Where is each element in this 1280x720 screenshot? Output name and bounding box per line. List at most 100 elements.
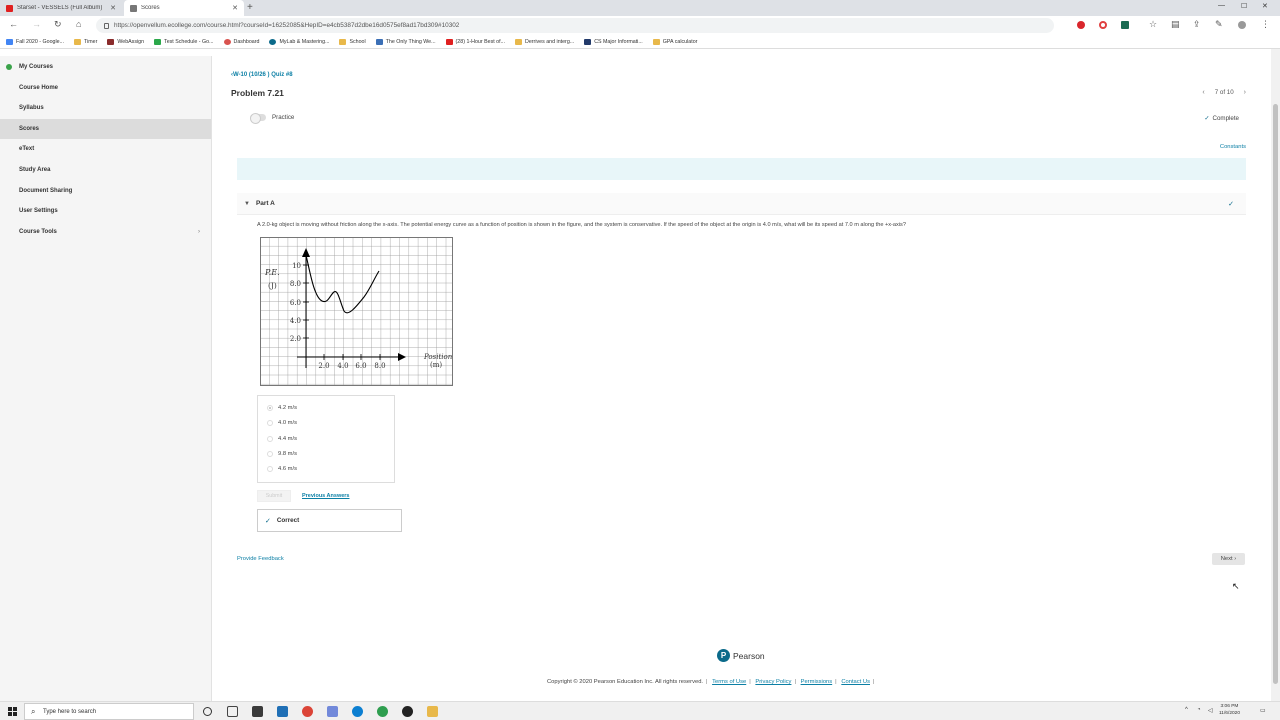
bookmark-item[interactable]: Derrives and interg... bbox=[515, 38, 574, 45]
previous-problem-icon[interactable]: ‹ bbox=[1202, 89, 1204, 96]
bookmark-item[interactable]: School bbox=[339, 38, 366, 45]
chrome-icon[interactable] bbox=[302, 706, 313, 717]
submit-button[interactable]: Submit bbox=[257, 490, 291, 502]
breadcrumb[interactable]: ‹W-10 (10/26 ) Quiz #8 bbox=[231, 72, 293, 78]
windows-taskbar: ⌕ Type here to search ^ ◔ ◁ 3:06 PM 11/6… bbox=[0, 701, 1280, 720]
choice-option[interactable]: 4.0 m/s bbox=[267, 420, 297, 426]
file-explorer-icon[interactable] bbox=[427, 706, 438, 717]
choice-option[interactable]: 4.2 m/s bbox=[267, 405, 297, 411]
cortana-icon[interactable] bbox=[203, 707, 212, 716]
sidebar-item-my-courses[interactable]: My Courses bbox=[0, 57, 211, 77]
bookmark-item[interactable]: Dashboard bbox=[223, 38, 259, 45]
close-tab-icon[interactable]: ✕ bbox=[110, 4, 116, 12]
url-text: https://openvellum.ecollege.com/course.h… bbox=[114, 22, 460, 29]
sidebar-item-scores[interactable]: Scores bbox=[0, 119, 211, 139]
result-banner: ✓ Correct bbox=[257, 509, 402, 532]
provide-feedback-link[interactable]: Provide Feedback bbox=[237, 556, 284, 562]
taskbar-search[interactable]: ⌕ Type here to search bbox=[24, 703, 194, 720]
radio-button[interactable] bbox=[267, 436, 273, 442]
network-icon[interactable]: ◔ bbox=[1197, 707, 1201, 713]
bookmark-item[interactable]: Test Schedule - Go... bbox=[154, 38, 214, 45]
pearson-icon bbox=[269, 38, 277, 45]
x-axis-unit: (m) bbox=[430, 361, 442, 369]
google-icon bbox=[6, 38, 13, 45]
bookmark-item[interactable]: Fall 2020 - Google... bbox=[6, 38, 64, 45]
store-icon[interactable] bbox=[252, 706, 263, 717]
search-icon: ⌕ bbox=[31, 707, 36, 716]
contact-link[interactable]: Contact Us bbox=[841, 679, 870, 685]
edge-icon[interactable] bbox=[352, 706, 363, 717]
url-field[interactable]: https://openvellum.ecollege.com/course.h… bbox=[96, 18, 1054, 33]
app-icon[interactable] bbox=[402, 706, 413, 717]
sidebar-item-syllabus[interactable]: Syllabus bbox=[0, 98, 211, 118]
previous-answers-link[interactable]: Previous Answers bbox=[302, 493, 349, 499]
sidebar-item-user-settings[interactable]: User Settings bbox=[0, 201, 211, 221]
close-tab-icon[interactable]: ✕ bbox=[232, 4, 238, 12]
browser-tab-scores[interactable]: Scores ✕ bbox=[124, 0, 244, 16]
volume-icon[interactable]: ◁ bbox=[1208, 707, 1213, 714]
permissions-link[interactable]: Permissions bbox=[801, 679, 833, 685]
mail-icon[interactable] bbox=[277, 706, 288, 717]
check-icon: ✓ bbox=[265, 517, 271, 525]
edit-icon[interactable]: ✎ bbox=[1215, 19, 1223, 30]
minimize-icon[interactable]: — bbox=[1218, 2, 1225, 9]
page-scrollbar[interactable] bbox=[1271, 49, 1280, 701]
radio-button[interactable] bbox=[267, 420, 273, 426]
next-button[interactable]: Next › bbox=[1212, 553, 1245, 565]
extension-icon[interactable] bbox=[1121, 21, 1129, 29]
new-tab-icon[interactable]: + bbox=[247, 2, 253, 13]
share-icon[interactable]: ⇪ bbox=[1193, 19, 1201, 30]
browser-tab-starset[interactable]: Starset - VESSELS (Full Album) ✕ bbox=[0, 0, 122, 16]
bookmark-item[interactable]: WebAssign bbox=[107, 38, 144, 45]
close-window-icon[interactable]: ✕ bbox=[1262, 2, 1268, 10]
y-tick-label: 10 bbox=[292, 262, 301, 270]
profile-avatar[interactable] bbox=[1238, 21, 1246, 29]
maximize-icon[interactable]: ☐ bbox=[1241, 2, 1247, 10]
discord-icon[interactable] bbox=[327, 706, 338, 717]
task-view-icon[interactable] bbox=[227, 706, 238, 717]
toggle-switch[interactable] bbox=[250, 113, 266, 124]
bookmark-item[interactable]: CS Major Informati... bbox=[584, 38, 643, 45]
part-header[interactable]: ▼ Part A ✓ bbox=[237, 193, 1246, 215]
next-problem-icon[interactable]: › bbox=[1244, 89, 1246, 96]
star-icon[interactable]: ☆ bbox=[1149, 19, 1157, 30]
sidebar-item-course-tools[interactable]: Course Tools › bbox=[0, 222, 211, 242]
choice-option[interactable]: 9.8 m/s bbox=[267, 451, 297, 457]
extensions-icon[interactable]: ▤ bbox=[1171, 19, 1180, 30]
bookmark-item[interactable]: (28) 1-Hour Best of... bbox=[445, 38, 505, 45]
mouse-cursor-icon: ↖ bbox=[1232, 581, 1240, 591]
reload-icon[interactable]: ↻ bbox=[54, 19, 62, 30]
bookmark-item[interactable]: MyLab & Mastering... bbox=[269, 38, 329, 45]
practice-toggle[interactable]: Practice bbox=[250, 113, 294, 124]
back-icon[interactable]: ← bbox=[9, 19, 18, 29]
extension-icon[interactable] bbox=[1077, 21, 1085, 29]
terms-link[interactable]: Terms of Use bbox=[712, 679, 746, 685]
sidebar-item-study-area[interactable]: Study Area bbox=[0, 160, 211, 180]
bookmark-item[interactable]: Timer bbox=[74, 38, 97, 45]
choice-option[interactable]: 4.6 m/s bbox=[267, 466, 297, 472]
notification-icon[interactable]: ▭ bbox=[1260, 707, 1266, 714]
constants-link[interactable]: Constants bbox=[1220, 144, 1246, 150]
radio-button[interactable] bbox=[267, 451, 273, 457]
privacy-link[interactable]: Privacy Policy bbox=[755, 679, 791, 685]
chrome-icon[interactable] bbox=[377, 706, 388, 717]
radio-button[interactable] bbox=[267, 466, 273, 472]
home-icon[interactable]: ⌂ bbox=[76, 19, 81, 29]
caret-down-icon[interactable]: ▼ bbox=[244, 201, 250, 207]
complete-status: ✓ Complete bbox=[1204, 115, 1239, 122]
windows-start-icon[interactable] bbox=[8, 707, 17, 716]
radio-button[interactable] bbox=[267, 405, 273, 411]
choice-option[interactable]: 4.4 m/s bbox=[267, 436, 297, 442]
extension-icon[interactable] bbox=[1099, 21, 1107, 29]
bookmark-item[interactable]: GPA calculator bbox=[652, 38, 697, 45]
sidebar-item-etext[interactable]: eText bbox=[0, 139, 211, 159]
bookmark-item[interactable]: The Only Thing We... bbox=[375, 38, 436, 45]
check-icon: ✓ bbox=[1228, 200, 1234, 208]
tray-chevron-icon[interactable]: ^ bbox=[1185, 707, 1188, 713]
scrollbar-thumb[interactable] bbox=[1273, 104, 1278, 684]
sidebar-item-course-home[interactable]: Course Home bbox=[0, 78, 211, 98]
forward-icon[interactable]: → bbox=[32, 19, 41, 29]
sidebar-item-document-sharing[interactable]: Document Sharing bbox=[0, 181, 211, 201]
taskbar-clock[interactable]: 3:06 PM 11/6/2020 bbox=[1219, 704, 1240, 717]
menu-icon[interactable]: ⋮ bbox=[1261, 19, 1270, 30]
